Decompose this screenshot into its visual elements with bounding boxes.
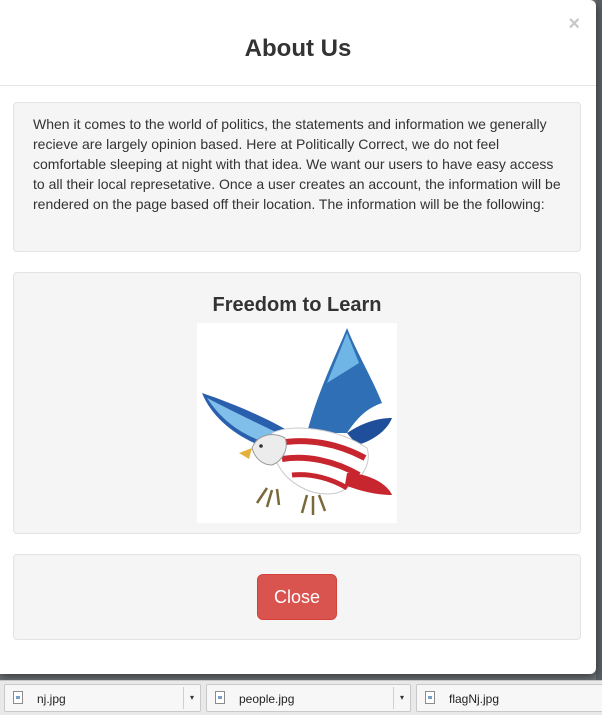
download-item-nj[interactable]: nj.jpg ▾ (4, 684, 201, 712)
dropdown-arrow-icon[interactable]: ▾ (183, 687, 194, 709)
dropdown-arrow-icon[interactable]: ▾ (393, 687, 404, 709)
feature-well: Freedom to Learn (13, 272, 581, 534)
download-filename: flagNj.jpg (449, 692, 500, 706)
modal-backdrop[interactable] (596, 0, 602, 680)
download-filename: nj.jpg (37, 692, 66, 706)
download-item-people[interactable]: people.jpg ▾ (206, 684, 411, 712)
intro-well: When it comes to the world of politics, … (13, 102, 581, 252)
about-us-modal: About Us × When it comes to the world of… (0, 0, 596, 674)
file-icon (425, 691, 435, 704)
download-item-flagnj[interactable]: flagNj.jpg (416, 684, 602, 712)
close-button[interactable]: Close (257, 574, 337, 620)
modal-header: About Us × (0, 0, 596, 86)
feature-title: Freedom to Learn (212, 294, 382, 316)
footer-well: Close (13, 554, 581, 640)
eagle-flag-image (197, 323, 397, 523)
close-x-button[interactable]: × (568, 14, 580, 34)
modal-title: About Us (244, 35, 352, 62)
download-bar: nj.jpg ▾ people.jpg ▾ flagNj.jpg (0, 680, 602, 715)
file-icon (13, 691, 23, 704)
download-filename: people.jpg (239, 692, 295, 706)
file-icon (215, 691, 225, 704)
intro-text: When it comes to the world of politics, … (33, 116, 561, 212)
